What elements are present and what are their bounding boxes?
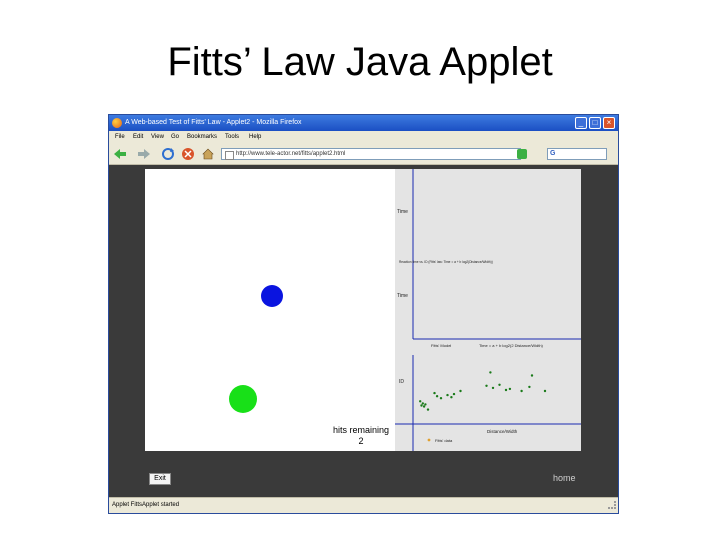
- scatter-point-9: [446, 393, 449, 397]
- menu-tools[interactable]: Tools: [225, 131, 239, 143]
- home-link[interactable]: home: [553, 473, 576, 483]
- scatter-point-12: [459, 389, 462, 393]
- scatter-point-7: [435, 395, 439, 398]
- legend-marker: [427, 438, 431, 442]
- scatter-point-1: [420, 404, 423, 407]
- back-arrow-icon[interactable]: [113, 147, 127, 161]
- hits-remaining-count: 2: [358, 436, 364, 446]
- navigation-toolbar: http://www.tele-actor.net/fitts/applet2.…: [109, 143, 618, 165]
- resize-grip-icon[interactable]: [608, 501, 616, 509]
- scatter-point-15: [498, 383, 501, 386]
- scatter-point-8: [439, 397, 443, 400]
- window-title: A Web-based Test of Fitts' Law - Applet2…: [125, 119, 302, 126]
- menu-bar: File Edit View Go Bookmarks Tools Help: [109, 131, 618, 143]
- plot-panel: Time Reaction time vs. ID (Fitts' law: T…: [395, 169, 581, 451]
- close-button[interactable]: ×: [603, 117, 615, 129]
- forward-arrow-icon[interactable]: [137, 147, 151, 161]
- scatter-point-5: [426, 408, 430, 411]
- scatter-point-17: [508, 387, 512, 391]
- scatter-point-13: [485, 384, 488, 387]
- mid-y-label: Time: [397, 293, 408, 299]
- menu-view[interactable]: View: [151, 131, 164, 143]
- scatter-point-10: [450, 396, 453, 399]
- menu-help[interactable]: Help: [249, 131, 261, 143]
- go-button[interactable]: [517, 149, 527, 159]
- scatter-point-14: [491, 386, 495, 390]
- hits-remaining-label: hits remaining 2: [321, 425, 401, 447]
- google-search-icon: G: [550, 150, 556, 157]
- title-bar[interactable]: A Web-based Test of Fitts' Law - Applet2…: [109, 115, 618, 131]
- scatter-point-6: [433, 391, 436, 395]
- fitts-test-area[interactable]: hits remaining 2: [145, 169, 395, 451]
- scatter-point-4: [424, 403, 427, 406]
- scatter-point-19: [528, 385, 531, 389]
- search-input[interactable]: G: [547, 148, 607, 160]
- bottom-y-label: ID: [399, 379, 404, 385]
- x-axis-label: Distance/Width: [487, 429, 518, 434]
- minimize-button[interactable]: _: [575, 117, 587, 129]
- stop-icon[interactable]: [181, 147, 195, 161]
- bottom-right-caption: Time = a + b log2(2 Distance/Width): [479, 343, 544, 348]
- url-bar[interactable]: http://www.tele-actor.net/fitts/applet2.…: [221, 148, 521, 160]
- page-icon: [225, 151, 234, 160]
- plot-svg: Time Reaction time vs. ID (Fitts' law: T…: [395, 169, 581, 451]
- scatter-point-21: [543, 389, 547, 393]
- top-y-label: Time: [397, 209, 408, 215]
- scatter-point-11: [452, 392, 456, 396]
- menu-bookmarks[interactable]: Bookmarks: [187, 131, 217, 143]
- hits-remaining-text: hits remaining: [332, 425, 390, 435]
- home-icon[interactable]: [201, 147, 215, 161]
- reload-icon[interactable]: [161, 147, 175, 161]
- status-text: Applet FittsApplet started: [112, 502, 180, 508]
- scatter-points: [419, 371, 547, 411]
- blue-target[interactable]: [261, 285, 283, 307]
- scatter-point-3: [422, 405, 426, 408]
- exit-button[interactable]: Exit: [149, 473, 171, 485]
- browser-window: A Web-based Test of Fitts' Law - Applet2…: [108, 114, 619, 514]
- scatter-point-0: [419, 400, 422, 403]
- bottom-left-caption: Fitts' Model: [431, 343, 451, 348]
- maximize-button[interactable]: □: [589, 117, 601, 129]
- scatter-point-2: [421, 402, 424, 405]
- menu-edit[interactable]: Edit: [133, 131, 143, 143]
- url-text: http://www.tele-actor.net/fitts/applet2.…: [236, 151, 346, 157]
- firefox-icon: [112, 118, 122, 128]
- slide-title: Fitts’ Law Java Applet: [167, 40, 553, 84]
- scatter-point-22: [489, 371, 492, 374]
- menu-file[interactable]: File: [115, 131, 125, 143]
- green-target[interactable]: [229, 385, 257, 413]
- menu-go[interactable]: Go: [171, 131, 179, 143]
- scatter-point-18: [520, 389, 523, 393]
- top-caption: Reaction time vs. ID (Fitts' law: Time =…: [399, 260, 493, 264]
- page-content: hits remaining 2 Time Reaction time vs. …: [109, 165, 618, 497]
- legend-label: Fitts' data: [435, 438, 453, 443]
- scatter-point-16: [504, 388, 508, 392]
- scatter-point-20: [530, 374, 534, 377]
- status-bar: Applet FittsApplet started: [109, 497, 618, 513]
